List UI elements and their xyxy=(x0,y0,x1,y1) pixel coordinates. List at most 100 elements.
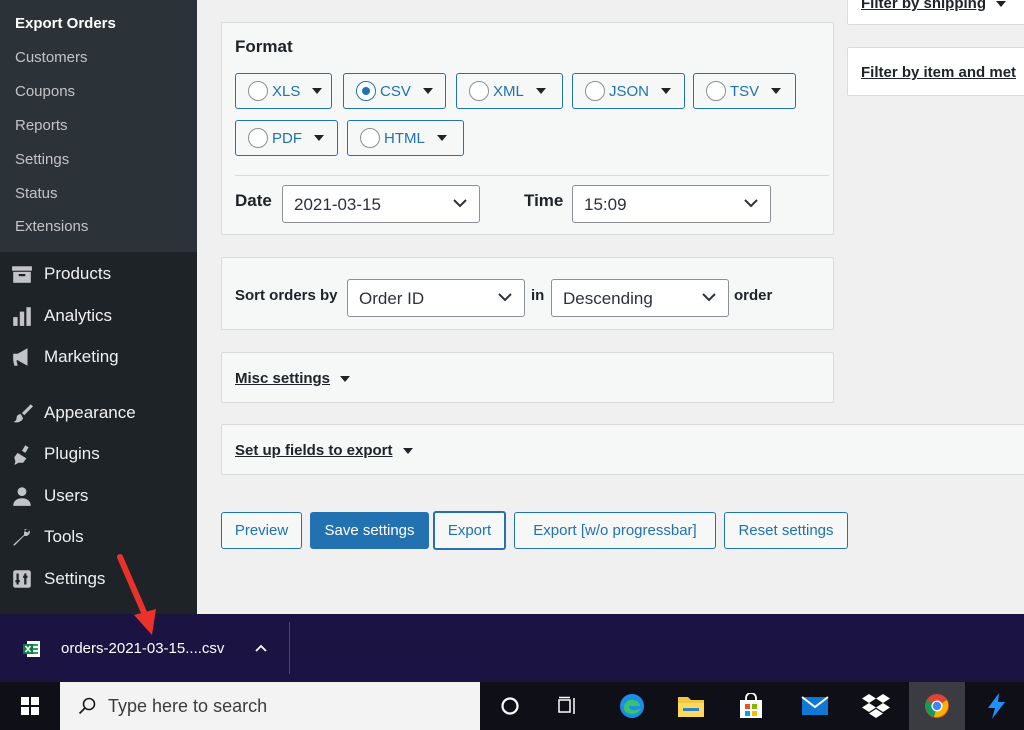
filter-item-meta-link[interactable]: Filter by item and met xyxy=(861,64,1016,81)
sort-direction-select[interactable]: Descending xyxy=(551,279,729,317)
caret-down-icon xyxy=(340,375,351,382)
format-panel: Format XLS CSV XML JSON TSV PDF HTML Dat… xyxy=(221,22,834,235)
chevron-down-icon xyxy=(744,199,758,208)
radio-icon[interactable] xyxy=(248,128,268,148)
format-title: Format xyxy=(235,37,293,56)
caret-down-icon xyxy=(436,135,447,141)
misc-settings-toggle[interactable]: Misc settings xyxy=(235,370,351,387)
caret-down-icon xyxy=(314,135,324,141)
edge-browser-icon xyxy=(620,694,644,718)
vscode-app[interactable] xyxy=(974,682,1020,730)
menu-label: Appearance xyxy=(44,403,136,422)
file-explorer-app[interactable] xyxy=(668,682,714,730)
chevron-down-icon xyxy=(453,199,467,208)
start-button[interactable] xyxy=(7,682,53,730)
time-select[interactable]: 15:09 xyxy=(572,185,771,223)
submenu-reports[interactable]: Reports xyxy=(15,117,68,134)
chrome-app-active[interactable] xyxy=(909,682,965,730)
task-view-button[interactable] xyxy=(545,682,591,730)
caret-down-icon xyxy=(422,88,433,94)
chevron-down-icon xyxy=(702,293,716,302)
divider xyxy=(235,175,829,176)
misc-settings-panel: Misc settings xyxy=(221,352,834,403)
task-view-icon xyxy=(558,696,575,714)
chevron-up-icon[interactable] xyxy=(255,644,267,652)
plugin-icon xyxy=(0,443,44,465)
admin-sidebar: Export Orders Customers Coupons Reports … xyxy=(0,0,197,614)
preview-button[interactable]: Preview xyxy=(221,512,302,549)
paintbrush-icon xyxy=(0,402,44,424)
menu-products[interactable]: Products xyxy=(0,256,197,292)
radio-checked-icon[interactable] xyxy=(356,81,376,101)
menu-users[interactable]: Users xyxy=(0,478,197,514)
mail-app[interactable] xyxy=(792,682,838,730)
megaphone-icon xyxy=(0,346,44,368)
menu-settings[interactable]: Settings xyxy=(0,561,197,597)
dropbox-app[interactable] xyxy=(853,682,899,730)
radio-icon[interactable] xyxy=(360,128,380,148)
menu-analytics[interactable]: Analytics xyxy=(0,298,197,334)
format-option-xml[interactable]: XML xyxy=(456,73,563,109)
radio-icon[interactable] xyxy=(706,81,726,101)
menu-label: Plugins xyxy=(44,444,100,463)
radio-icon[interactable] xyxy=(585,81,605,101)
user-icon xyxy=(0,485,44,507)
menu-appearance[interactable]: Appearance xyxy=(0,395,197,431)
folder-icon xyxy=(678,697,704,717)
caret-down-icon xyxy=(661,88,672,94)
menu-label: Products xyxy=(44,264,112,283)
filter-shipping-link[interactable]: Filter by shipping xyxy=(861,0,1007,12)
submenu-status[interactable]: Status xyxy=(15,185,58,202)
store-app[interactable] xyxy=(728,682,774,730)
format-option-csv[interactable]: CSV xyxy=(343,73,446,109)
caret-down-icon xyxy=(312,88,323,94)
sliders-icon xyxy=(0,568,44,590)
chrome-browser-icon xyxy=(925,694,949,718)
submenu-extensions[interactable]: Extensions xyxy=(15,218,88,235)
submenu-coupons[interactable]: Coupons xyxy=(15,83,75,100)
menu-marketing[interactable]: Marketing xyxy=(0,339,197,375)
submenu-settings[interactable]: Settings xyxy=(15,151,69,168)
format-option-tsv[interactable]: TSV xyxy=(693,73,796,109)
csv-file-icon xyxy=(23,641,40,657)
chevron-down-icon xyxy=(498,293,512,302)
cortana-circle-icon xyxy=(501,697,519,715)
in-label: in xyxy=(531,287,545,304)
menu-label: Users xyxy=(44,486,89,505)
export-fields-toggle[interactable]: Set up fields to export xyxy=(235,442,413,459)
export-no-progressbar-button[interactable]: Export [w/o progressbar] xyxy=(514,512,716,549)
cortana-button[interactable] xyxy=(487,682,533,730)
annotation-arrow-icon xyxy=(117,554,156,635)
submenu-export-orders[interactable]: Export Orders xyxy=(15,15,116,32)
divider xyxy=(289,622,290,674)
format-option-json[interactable]: JSON xyxy=(572,73,685,109)
save-settings-button[interactable]: Save settings xyxy=(310,512,429,549)
menu-label: Settings xyxy=(44,569,106,588)
taskbar-search-box[interactable]: Type here to search xyxy=(60,682,480,730)
windows-taskbar: Type here to search xyxy=(0,682,1024,730)
wrench-icon xyxy=(0,526,44,548)
format-option-html[interactable]: HTML xyxy=(347,120,464,156)
mail-envelope-icon xyxy=(801,696,829,715)
sort-panel: Sort orders by Order ID in Descending or… xyxy=(221,257,834,330)
menu-tools[interactable]: Tools xyxy=(0,519,197,555)
export-button[interactable]: Export xyxy=(433,511,506,550)
menu-label: Analytics xyxy=(44,306,113,325)
reset-settings-button[interactable]: Reset settings xyxy=(724,512,848,549)
menu-plugins[interactable]: Plugins xyxy=(0,436,197,472)
radio-icon[interactable] xyxy=(248,81,268,101)
archive-icon xyxy=(0,263,44,285)
export-fields-panel: Set up fields to export xyxy=(221,424,1024,475)
caret-down-icon xyxy=(535,88,546,94)
format-option-xls[interactable]: XLS xyxy=(235,73,332,109)
format-option-pdf[interactable]: PDF xyxy=(235,120,338,156)
time-label: Time xyxy=(524,191,564,210)
search-icon xyxy=(78,697,96,715)
submenu-customers[interactable]: Customers xyxy=(15,49,88,66)
bolt-app-icon xyxy=(988,693,1005,719)
download-filename: orders-2021-03-15....csv xyxy=(61,640,225,657)
sort-field-select[interactable]: Order ID xyxy=(347,279,525,317)
edge-app[interactable] xyxy=(609,682,655,730)
date-select[interactable]: 2021-03-15 xyxy=(282,185,480,223)
radio-icon[interactable] xyxy=(469,81,489,101)
